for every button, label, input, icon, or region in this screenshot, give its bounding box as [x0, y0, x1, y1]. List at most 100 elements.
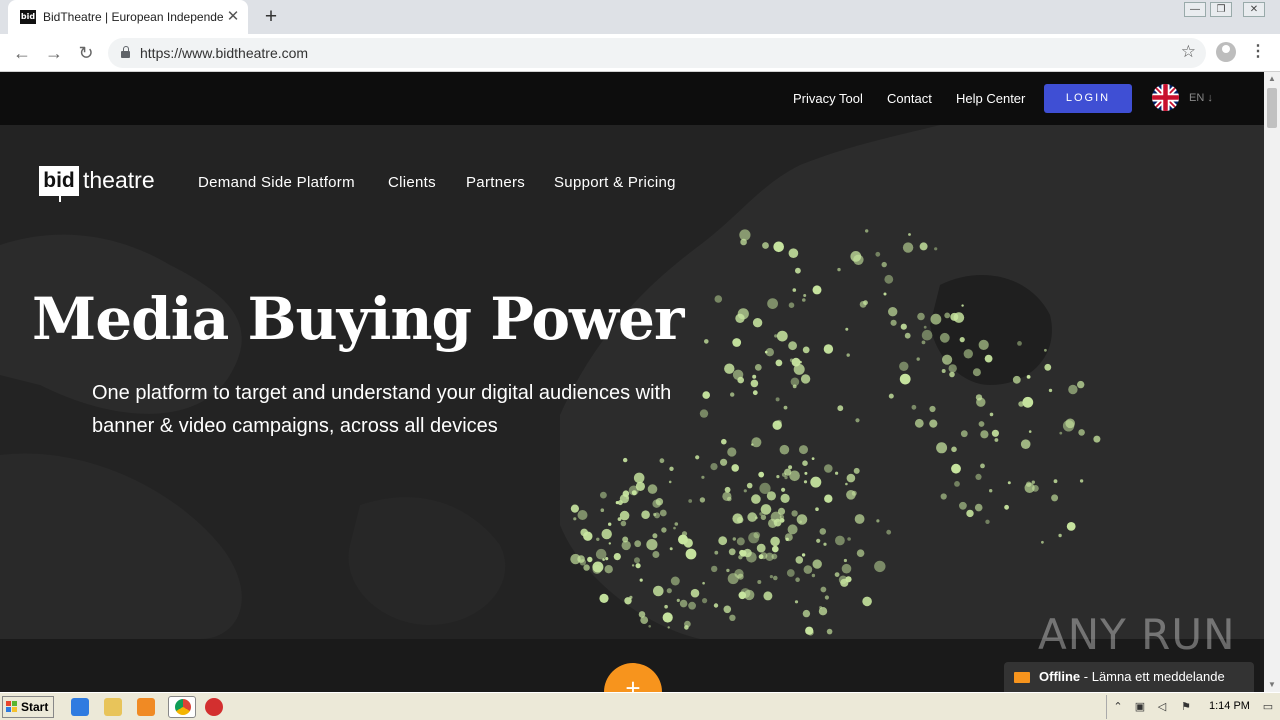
- uk-flag-icon[interactable]: [1152, 84, 1179, 111]
- map-dot: [803, 480, 808, 484]
- map-dot: [792, 384, 797, 389]
- map-dot: [652, 533, 658, 539]
- page-scrollbar[interactable]: ▲ ▼: [1264, 72, 1280, 692]
- start-button[interactable]: Start: [2, 696, 54, 718]
- network-icon[interactable]: ▣: [1133, 700, 1147, 714]
- new-tab-icon[interactable]: +: [260, 6, 282, 28]
- map-dot: [837, 405, 844, 412]
- privacy-tool-link[interactable]: Privacy Tool: [793, 91, 863, 106]
- map-dot: [940, 493, 947, 500]
- nav-demand-side-platform[interactable]: Demand Side Platform: [198, 174, 355, 191]
- map-dot: [714, 550, 719, 555]
- map-dot: [758, 471, 765, 478]
- scroll-thumb[interactable]: [1267, 88, 1277, 128]
- nav-support-pricing[interactable]: Support & Pricing: [554, 174, 676, 191]
- chat-message: - Lämna ett meddelande: [1080, 669, 1225, 684]
- restore-icon[interactable]: ❐: [1210, 2, 1232, 17]
- map-dot: [929, 419, 938, 428]
- login-button[interactable]: LOGIN: [1044, 84, 1132, 113]
- map-dot: [795, 577, 800, 582]
- map-dot: [978, 339, 989, 350]
- media-player-icon[interactable]: [137, 698, 155, 716]
- map-dot: [653, 512, 657, 517]
- language-selector[interactable]: EN ↓: [1189, 92, 1213, 104]
- file-explorer-icon[interactable]: [104, 698, 122, 716]
- map-dot: [961, 304, 964, 307]
- map-dot: [923, 325, 927, 329]
- map-dot: [695, 455, 700, 460]
- map-dot: [834, 572, 840, 577]
- nav-partners[interactable]: Partners: [466, 174, 525, 191]
- map-dot: [802, 460, 808, 467]
- map-dot: [776, 330, 788, 342]
- map-dot: [602, 558, 605, 561]
- show-desktop-icon[interactable]: ▭: [1261, 700, 1275, 714]
- map-dot: [807, 629, 814, 636]
- logo-text: theatre: [83, 167, 155, 193]
- browser-menu-icon[interactable]: ⋮: [1250, 42, 1266, 62]
- map-dot: [613, 553, 621, 561]
- map-dot: [667, 626, 670, 629]
- map-dot: [688, 601, 696, 610]
- map-dot: [739, 549, 745, 556]
- minimize-icon[interactable]: —: [1184, 2, 1206, 17]
- map-dot: [669, 547, 673, 551]
- map-dot: [929, 405, 936, 413]
- map-dot: [811, 573, 816, 578]
- map-dot: [917, 312, 925, 321]
- stop-sign-icon[interactable]: [205, 698, 223, 716]
- tray-expand-icon[interactable]: ⌃: [1111, 700, 1125, 714]
- chrome-icon: [175, 699, 191, 715]
- map-dot: [853, 467, 860, 474]
- map-dot: [799, 360, 802, 364]
- expand-plus-button[interactable]: +: [604, 663, 662, 692]
- map-dot: [726, 568, 730, 573]
- profile-avatar-icon[interactable]: [1216, 42, 1236, 62]
- nav-clients[interactable]: Clients: [388, 174, 436, 191]
- map-dot: [941, 369, 946, 373]
- browser-tab[interactable]: bid BidTheatre | European Independent ✕: [8, 0, 248, 34]
- map-dot: [875, 251, 881, 257]
- map-dot: [1044, 363, 1052, 371]
- map-dot: [646, 539, 658, 551]
- map-dot: [674, 522, 679, 526]
- internet-explorer-icon[interactable]: [71, 698, 89, 716]
- map-dot: [631, 564, 635, 567]
- scroll-down-icon[interactable]: ▼: [1264, 678, 1280, 692]
- address-bar[interactable]: https://www.bidtheatre.com ☆: [108, 38, 1206, 68]
- map-dot: [845, 327, 849, 331]
- map-dot: [881, 261, 887, 268]
- forward-icon[interactable]: →: [42, 41, 66, 65]
- map-dot: [775, 359, 783, 367]
- map-dot: [841, 563, 852, 574]
- map-dot: [788, 302, 795, 308]
- map-dot: [1078, 429, 1085, 436]
- close-icon[interactable]: ✕: [1243, 2, 1265, 17]
- map-dot: [739, 229, 751, 241]
- volume-icon[interactable]: ◁: [1155, 700, 1169, 714]
- map-dot: [826, 628, 833, 635]
- offline-chat-widget[interactable]: Offline - Lämna ett meddelande: [1004, 662, 1254, 692]
- map-dot: [737, 308, 749, 320]
- scroll-up-icon[interactable]: ▲: [1264, 72, 1280, 86]
- chrome-taskbar-button[interactable]: [168, 696, 196, 718]
- map-dot: [948, 364, 957, 373]
- help-center-link[interactable]: Help Center: [956, 91, 1025, 106]
- tab-title: BidTheatre | European Independent: [43, 10, 223, 24]
- contact-link[interactable]: Contact: [887, 91, 932, 106]
- tab-close-icon[interactable]: ✕: [224, 8, 242, 26]
- map-dot: [944, 312, 951, 319]
- map-dot: [688, 499, 693, 503]
- map-dot: [702, 581, 705, 585]
- map-dot: [874, 560, 886, 573]
- map-dot: [720, 458, 728, 466]
- back-icon[interactable]: ←: [10, 41, 34, 65]
- map-dot: [812, 559, 822, 569]
- hero-headline: Media Buying Power: [32, 285, 684, 353]
- flag-tray-icon[interactable]: ⚑: [1179, 700, 1193, 714]
- map-dot: [774, 334, 778, 338]
- anyrun-watermark: ANY RUN: [1038, 610, 1236, 659]
- reload-icon[interactable]: ↻: [74, 41, 98, 65]
- map-dot: [810, 476, 822, 488]
- bookmark-star-icon[interactable]: ☆: [1181, 42, 1196, 62]
